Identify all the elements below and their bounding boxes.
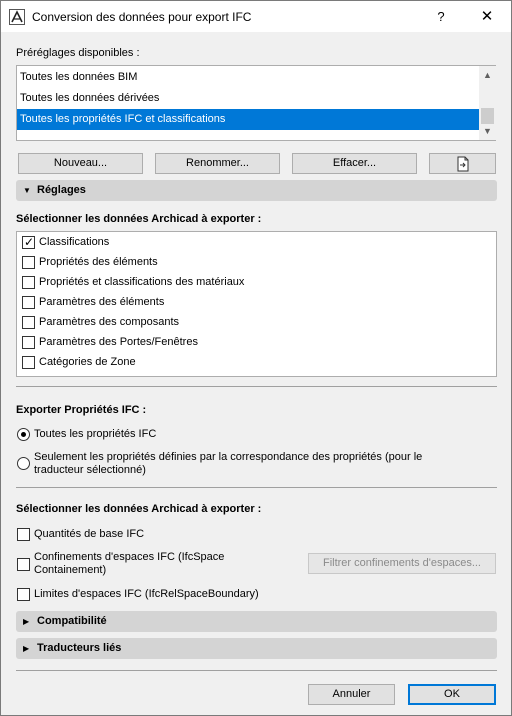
ok-button[interactable]: OK <box>408 684 496 705</box>
space-containment-label-line2: Containement) <box>34 564 107 576</box>
section-settings[interactable]: ▼ Réglages <box>16 180 497 201</box>
section-compatibility-label: Compatibilité <box>37 615 107 627</box>
preset-item-label: Toutes les propriétés IFC et classificat… <box>20 113 226 125</box>
preset-item[interactable]: Toutes les données BIM <box>17 67 480 88</box>
presets-list[interactable]: Toutes les données BIM Toutes les donnée… <box>16 65 496 141</box>
dialog-window: Conversion des données pour export IFC ?… <box>0 0 512 716</box>
checkbox[interactable] <box>22 296 35 309</box>
radio-selected[interactable] <box>17 428 30 441</box>
scroll-thumb[interactable] <box>481 108 494 124</box>
archicad-app-icon <box>9 9 25 25</box>
preset-item-label: Toutes les données dérivées <box>20 92 160 104</box>
scroll-up-icon[interactable]: ▲ <box>479 67 496 84</box>
window-title: Conversion des données pour export IFC <box>32 10 252 24</box>
archicad-data-item-label: Paramètres des composants <box>39 316 180 328</box>
preset-item-selected[interactable]: Toutes les propriétés IFC et classificat… <box>17 109 480 130</box>
checkbox[interactable] <box>22 336 35 349</box>
title-bar: Conversion des données pour export IFC ?… <box>1 1 511 32</box>
archicad-data-item-label: Classifications <box>39 236 110 248</box>
base-quantities-label: Quantités de base IFC <box>34 528 145 540</box>
radio-dot-icon <box>21 432 26 437</box>
option-mapped-properties-label-line2: traducteur sélectionné) <box>34 464 146 476</box>
archicad-data-item-label: Paramètres des Portes/Fenêtres <box>39 336 198 348</box>
collapsed-triangle-icon: ▶ <box>23 617 30 626</box>
presets-label: Préréglages disponibles : <box>16 47 140 59</box>
filter-space-containment-button[interactable]: Filtrer confinements d'espaces... <box>308 553 496 574</box>
rename-preset-button[interactable]: Renommer... <box>155 153 280 174</box>
section-compatibility[interactable]: ▶ Compatibilité <box>16 611 497 632</box>
expanded-triangle-icon: ▼ <box>23 186 31 195</box>
archicad-data-item-label: Propriétés et classifications des matéri… <box>39 276 245 288</box>
divider <box>16 670 497 671</box>
checkbox[interactable] <box>22 356 35 369</box>
import-file-icon <box>457 156 468 172</box>
space-containment-label-line1: Confinements d'espaces IFC (IfcSpace <box>34 551 225 563</box>
option-mapped-properties-label-line1: Seulement les propriétés définies par la… <box>34 451 423 463</box>
divider <box>16 487 497 488</box>
checkbox-checked[interactable]: ✓ <box>22 235 35 249</box>
cancel-button[interactable]: Annuler <box>308 684 395 705</box>
archicad-data-2-label: Sélectionner les données Archicad à expo… <box>16 503 262 515</box>
archicad-data-item-label: Paramètres des éléments <box>39 296 165 308</box>
collapsed-triangle-icon: ▶ <box>23 644 30 653</box>
section-settings-label: Réglages <box>37 184 86 196</box>
archicad-data-label: Sélectionner les données Archicad à expo… <box>16 213 262 225</box>
new-preset-button[interactable]: Nouveau... <box>18 153 143 174</box>
checkbox-space-boundary[interactable] <box>17 588 30 601</box>
delete-preset-button[interactable]: Effacer... <box>292 153 417 174</box>
archicad-data-item-label: Propriétés des éléments <box>39 256 158 268</box>
space-boundary-label: Limites d'espaces IFC (IfcRelSpaceBounda… <box>34 588 259 600</box>
checkbox[interactable] <box>22 256 35 269</box>
option-all-ifc-properties-label: Toutes les propriétés IFC <box>34 428 157 440</box>
check-icon: ✓ <box>24 235 35 249</box>
checkbox-space-containment[interactable] <box>17 558 30 571</box>
scroll-down-icon[interactable]: ▼ <box>479 123 496 140</box>
import-preset-button[interactable] <box>429 153 496 174</box>
preset-item-label: Toutes les données BIM <box>20 71 138 83</box>
divider <box>16 386 497 387</box>
archicad-data-list[interactable]: ✓ Classifications Propriétés des élément… <box>16 231 497 377</box>
checkbox[interactable] <box>22 316 35 329</box>
close-button[interactable]: ✕ <box>477 7 497 27</box>
checkbox-base-quantities[interactable] <box>17 528 30 541</box>
checkbox[interactable] <box>22 276 35 289</box>
ifc-properties-label: Exporter Propriétés IFC : <box>16 404 147 416</box>
radio[interactable] <box>17 457 30 470</box>
section-linked-translators[interactable]: ▶ Traducteurs liés <box>16 638 497 659</box>
preset-item[interactable]: Toutes les données dérivées <box>17 88 480 109</box>
section-linked-translators-label: Traducteurs liés <box>37 642 122 654</box>
help-button[interactable]: ? <box>431 7 451 27</box>
presets-scrollbar[interactable]: ▲ ▼ <box>479 66 496 140</box>
archicad-data-item-label: Catégories de Zone <box>39 356 136 368</box>
